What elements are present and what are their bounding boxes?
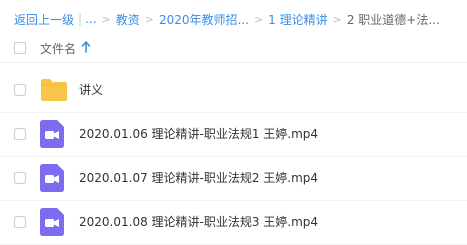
list-item[interactable]: 2020.01.06 理论精讲-职业法规1 王婷.mp4 bbox=[0, 112, 467, 157]
row-checkbox[interactable] bbox=[14, 84, 26, 96]
chevron-right-icon: > bbox=[144, 12, 154, 26]
back-link[interactable]: 返回上一级 bbox=[14, 11, 74, 28]
chevron-right-icon: > bbox=[332, 12, 342, 26]
breadcrumb-item-2020[interactable]: 2020年教师招... bbox=[159, 11, 249, 28]
breadcrumb-item-jiaozi[interactable]: 教资 bbox=[116, 11, 140, 28]
list-item[interactable]: 2020.01.07 理论精讲-职业法规2 王婷.mp4 bbox=[0, 156, 467, 201]
arrow-up-icon[interactable] bbox=[80, 40, 92, 54]
breadcrumb-item-theory[interactable]: 1 理论精讲 bbox=[268, 11, 327, 28]
breadcrumb: 返回上一级 | ... > 教资 > 2020年教师招... > 1 理论精讲 … bbox=[14, 10, 440, 28]
row-checkbox[interactable] bbox=[14, 128, 26, 140]
video-file-icon bbox=[40, 208, 64, 236]
video-file-icon bbox=[40, 120, 64, 148]
chevron-right-icon: > bbox=[101, 12, 111, 26]
row-checkbox[interactable] bbox=[14, 216, 26, 228]
breadcrumb-divider: | bbox=[78, 12, 83, 26]
row-checkbox[interactable] bbox=[14, 172, 26, 184]
breadcrumb-current: 2 职业道德+法... bbox=[346, 12, 440, 27]
chevron-right-icon: > bbox=[253, 12, 264, 26]
list-item[interactable]: 2020.01.08 理论精讲-职业法规3 王婷.mp4 bbox=[0, 200, 467, 245]
column-header-name[interactable]: 文件名 bbox=[40, 40, 76, 57]
file-name[interactable]: 2020.01.08 理论精讲-职业法规3 王婷.mp4 bbox=[79, 213, 318, 230]
breadcrumb-ellipsis[interactable]: ... bbox=[85, 12, 96, 26]
video-file-icon bbox=[40, 164, 64, 192]
folder-icon bbox=[41, 79, 67, 101]
list-item[interactable]: 讲义 bbox=[0, 68, 467, 113]
file-name[interactable]: 讲义 bbox=[79, 81, 103, 98]
file-name[interactable]: 2020.01.07 理论精讲-职业法规2 王婷.mp4 bbox=[79, 169, 318, 186]
select-all-checkbox[interactable] bbox=[14, 42, 26, 54]
file-name[interactable]: 2020.01.06 理论精讲-职业法规1 王婷.mp4 bbox=[79, 125, 318, 142]
list-header: 文件名 bbox=[0, 36, 467, 63]
